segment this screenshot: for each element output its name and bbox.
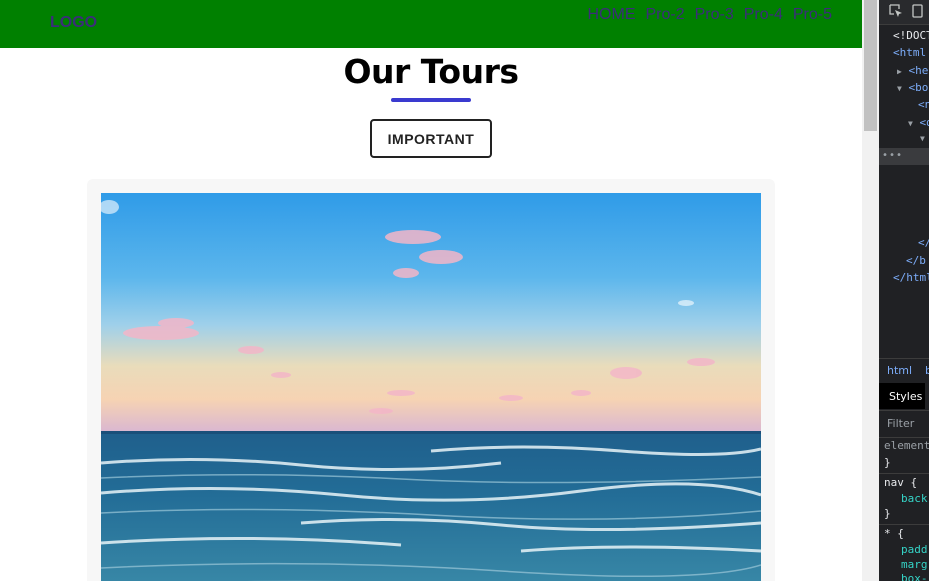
dom-child-node[interactable]: <n	[918, 98, 929, 111]
nav-link-pro-4[interactable]: Pro-4	[744, 6, 783, 24]
rule-star-property-box[interactable]: box-	[901, 572, 928, 581]
nav-link-pro-2[interactable]: Pro-2	[646, 6, 685, 24]
styles-filter-input[interactable]: Filter	[879, 410, 929, 438]
dom-expand-arrow[interactable]: ▼	[920, 131, 925, 144]
rule-separator	[879, 524, 929, 525]
dom-close-div[interactable]: </	[918, 236, 929, 249]
page-title: Our Tours	[343, 52, 519, 91]
nav-links: HOME Pro-2 Pro-3 Pro-4 Pro-5	[588, 6, 833, 24]
devtools-panel: <!DOCT <html ▶ <hea ▼ <bod <n ▼ <d ▼ •••…	[879, 0, 929, 581]
logo[interactable]: LOGO	[50, 14, 97, 32]
navbar: LOGO HOME Pro-2 Pro-3 Pro-4 Pro-5	[0, 0, 862, 48]
nav-link-pro-3[interactable]: Pro-3	[695, 6, 734, 24]
rule-element-close: }	[884, 456, 891, 469]
important-button[interactable]: IMPORTANT	[370, 119, 492, 158]
page-scrollbar[interactable]	[862, 0, 879, 581]
tab-styles[interactable]: Styles	[879, 383, 925, 409]
dom-html-node[interactable]: <html	[893, 46, 926, 59]
page-viewport: LOGO HOME Pro-2 Pro-3 Pro-4 Pro-5 Our To…	[0, 0, 862, 581]
breadcrumb-html[interactable]: html	[887, 364, 912, 377]
scrollbar-thumb[interactable]	[864, 0, 877, 131]
device-toolbar-icon[interactable]	[911, 4, 925, 18]
tour-image	[101, 193, 761, 581]
dom-doctype[interactable]: <!DOCT	[893, 29, 929, 42]
rule-star-selector[interactable]: * {	[884, 527, 904, 540]
rule-star-property-margin[interactable]: marg	[901, 558, 928, 571]
rule-separator	[879, 473, 929, 474]
rule-nav-selector[interactable]: nav {	[884, 476, 917, 489]
rule-nav-property[interactable]: back	[901, 492, 928, 505]
nav-link-pro-5[interactable]: Pro-5	[793, 6, 832, 24]
dom-close-body[interactable]: </b	[906, 254, 926, 267]
breadcrumb-body[interactable]: b	[925, 364, 929, 377]
rule-nav-close: }	[884, 507, 891, 520]
devtools-breadcrumb: html b	[879, 358, 929, 384]
rule-star-property-padding[interactable]: padd	[901, 543, 928, 556]
filter-placeholder: Filter	[887, 417, 915, 430]
devtools-toolbar	[879, 0, 929, 25]
inspect-element-icon[interactable]	[889, 4, 903, 18]
dom-more-dots[interactable]: •••	[882, 150, 903, 161]
nav-link-home[interactable]: HOME	[588, 6, 636, 24]
tab-styles-label: Styles	[889, 390, 923, 403]
dom-body-node[interactable]: ▼ <bod	[897, 81, 929, 94]
dom-div-node[interactable]: ▼ <d	[908, 116, 929, 129]
title-underline	[391, 98, 471, 102]
dom-head-node[interactable]: ▶ <hea	[897, 64, 929, 77]
rule-element-style[interactable]: element	[884, 439, 929, 452]
devtools-tabbar: Styles	[879, 383, 929, 409]
dom-close-html[interactable]: </html	[893, 271, 929, 284]
